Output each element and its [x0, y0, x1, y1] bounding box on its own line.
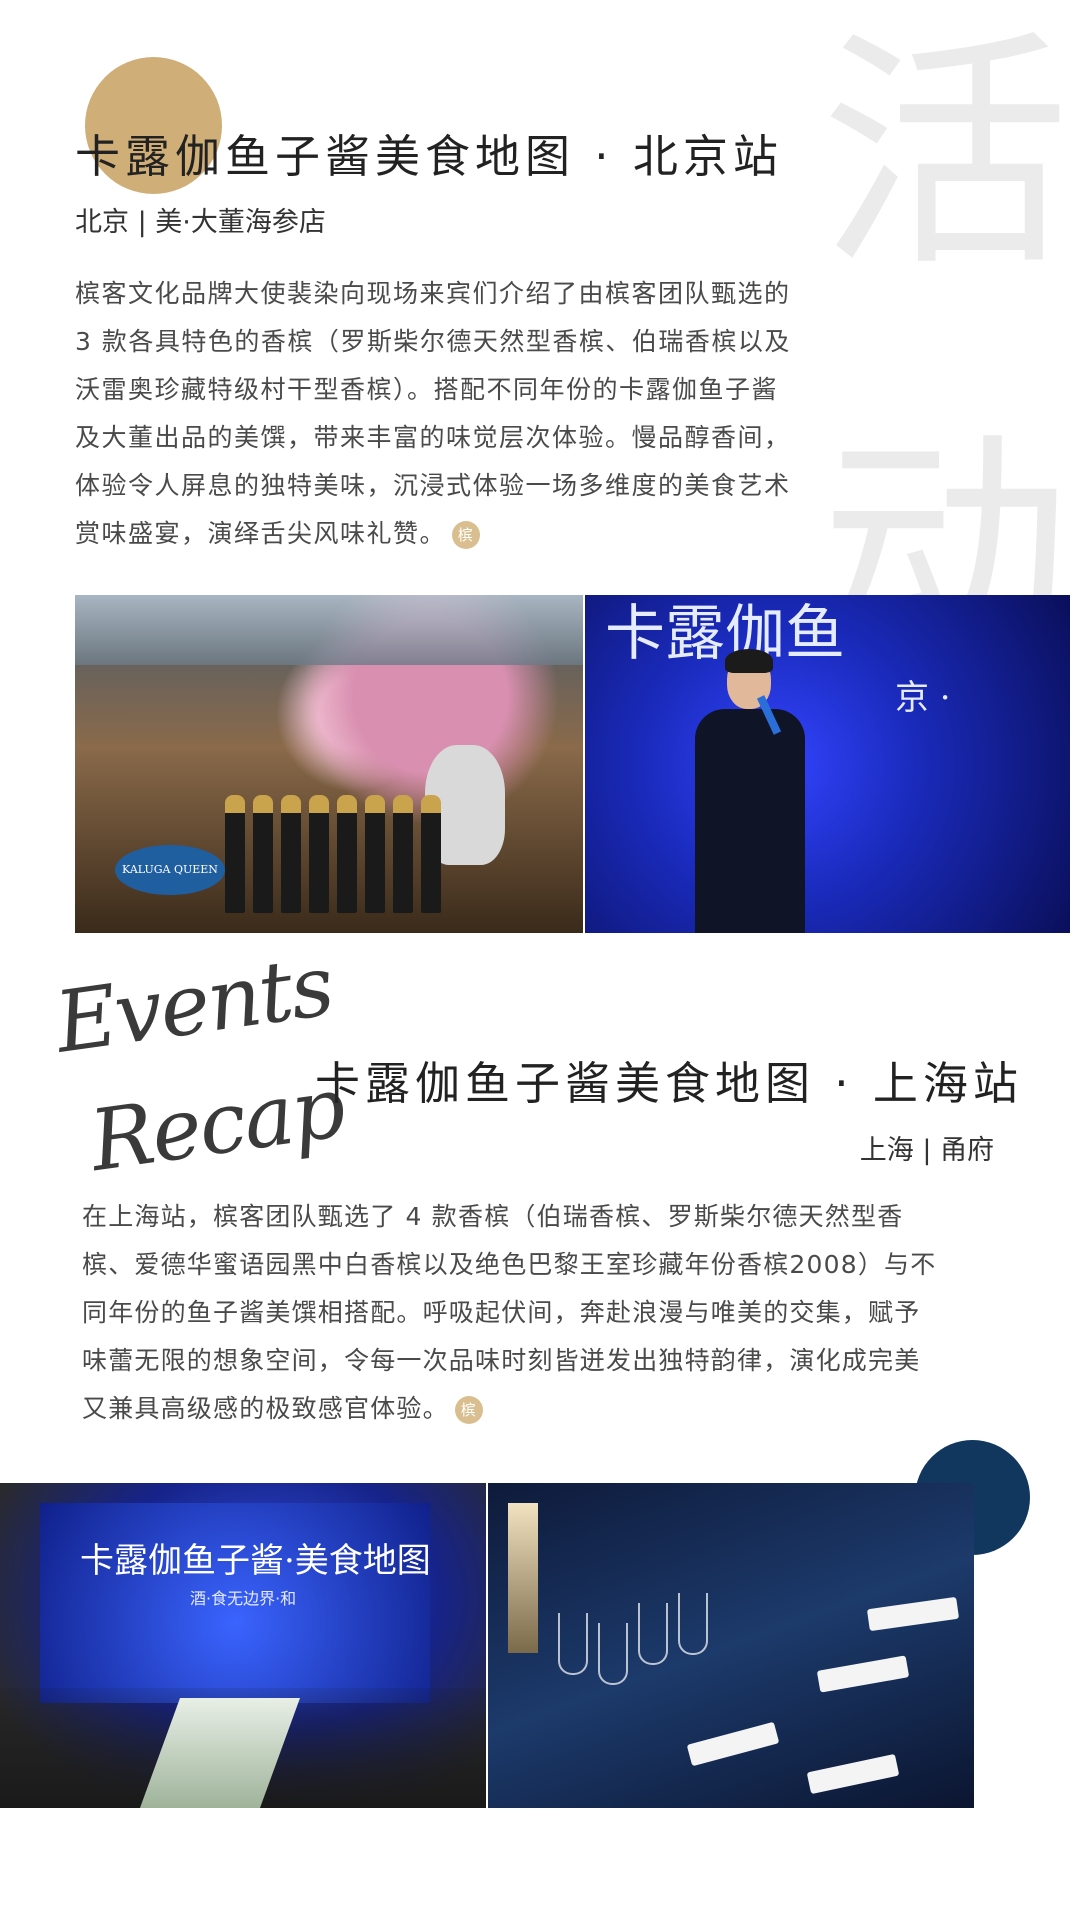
shanghai-photo-event-hall: 卡露伽鱼子酱·美食地图 酒·食无边界·和: [0, 1483, 486, 1808]
shanghai-paragraph: 在上海站，槟客团队甄选了 4 款香槟（伯瑞香槟、罗斯柴尔德天然型香 槟、爱德华蜜…: [82, 1193, 1002, 1433]
dish-plate: [806, 1753, 900, 1795]
wine-glass: [598, 1623, 628, 1685]
speaker-body: [695, 709, 805, 933]
bottle: [393, 795, 413, 913]
speaker-hair: [725, 649, 773, 673]
beijing-line-2: 3 款各具特色的香槟（罗斯柴尔德天然型香槟、伯瑞香槟以及: [75, 327, 791, 356]
bottle: [309, 795, 329, 913]
bar-shelf: [75, 595, 583, 665]
shanghai-line-3: 同年份的鱼子酱美馔相搭配。呼吸起伏间，奔赴浪漫与唯美的交集，赋予: [82, 1298, 921, 1327]
event-screen: 卡露伽鱼子酱·美食地图 酒·食无边界·和: [40, 1503, 431, 1703]
champagne-bottles: [225, 795, 441, 913]
bottle: [365, 795, 385, 913]
shanghai-line-1: 在上海站，槟客团队甄选了 4 款香槟（伯瑞香槟、罗斯柴尔德天然型香: [82, 1202, 904, 1231]
bottle: [225, 795, 245, 913]
speaker-figure: [695, 649, 805, 933]
beijing-photo-speaker: 卡露伽鱼 京 ·: [585, 595, 1070, 933]
dish-plate: [816, 1655, 910, 1693]
shanghai-photo-table-setting: [488, 1483, 974, 1808]
shanghai-line-4: 味蕾无限的想象空间，令每一次品味时刻皆迸发出独特韵律，演化成完美: [82, 1346, 921, 1375]
beijing-title: 卡露伽鱼子酱美食地图 · 北京站: [75, 130, 783, 183]
wine-glass: [638, 1603, 668, 1665]
bottle: [253, 795, 273, 913]
beijing-line-4: 及大董出品的美馔，带来丰富的味觉层次体验。慢品醇香间，: [75, 423, 791, 452]
screen-title: 卡露伽鱼子酱·美食地图: [80, 1541, 431, 1581]
beijing-subtitle: 北京 | 美·大董海参店: [75, 207, 326, 238]
beijing-line-6: 赏味盛宴，演绎舌尖风味礼赞。槟: [75, 510, 845, 558]
watermark-char-1: 活: [820, 9, 1070, 300]
bottle: [337, 795, 357, 913]
bottle: [421, 795, 441, 913]
dish-plate: [686, 1721, 780, 1767]
shanghai-line-5: 又兼具高级感的极致感官体验。槟: [82, 1385, 1002, 1433]
brand-logo-icon: 槟: [452, 521, 481, 549]
brand-logo-icon: 槟: [454, 1396, 483, 1424]
candle-holder: [508, 1503, 538, 1653]
wine-glass: [558, 1613, 588, 1675]
caviar-tin: KALUGA QUEEN: [115, 845, 225, 895]
dish-plate: [866, 1596, 960, 1632]
stage-backdrop-text-2: 京 ·: [895, 678, 951, 718]
shanghai-title: 卡露伽鱼子酱美食地图 · 上海站: [315, 1057, 1023, 1110]
shanghai-line-2: 槟、爱德华蜜语园黑中白香槟以及绝色巴黎王室珍藏年份香槟2008）与不: [82, 1250, 937, 1279]
beijing-line-5: 体验令人屏息的独特美味，沉浸式体验一场多维度的美食艺术: [75, 471, 791, 500]
beijing-paragraph: 槟客文化品牌大使裴染向现场来宾们介绍了由槟客团队甄选的 3 款各具特色的香槟（罗…: [75, 270, 845, 558]
beijing-line-1: 槟客文化品牌大使裴染向现场来宾们介绍了由槟客团队甄选的: [75, 279, 791, 308]
wine-glass: [678, 1593, 708, 1655]
screen-subtitle: 酒·食无边界·和: [190, 1589, 297, 1608]
beijing-line-6-text: 赏味盛宴，演绎舌尖风味礼赞。: [75, 519, 447, 548]
shanghai-line-5-text: 又兼具高级感的极致感官体验。: [82, 1394, 449, 1423]
shanghai-subtitle: 上海 | 甬府: [859, 1135, 994, 1166]
events-recap-signature-line2: Recap: [84, 1057, 350, 1191]
events-recap-signature-line1: Events: [49, 936, 338, 1072]
beijing-photo-caviar-display: KALUGA QUEEN: [75, 595, 583, 933]
beijing-line-3: 沃雷奥珍藏特级村干型香槟）。搭配不同年份的卡露伽鱼子酱: [75, 375, 779, 404]
bottle: [281, 795, 301, 913]
